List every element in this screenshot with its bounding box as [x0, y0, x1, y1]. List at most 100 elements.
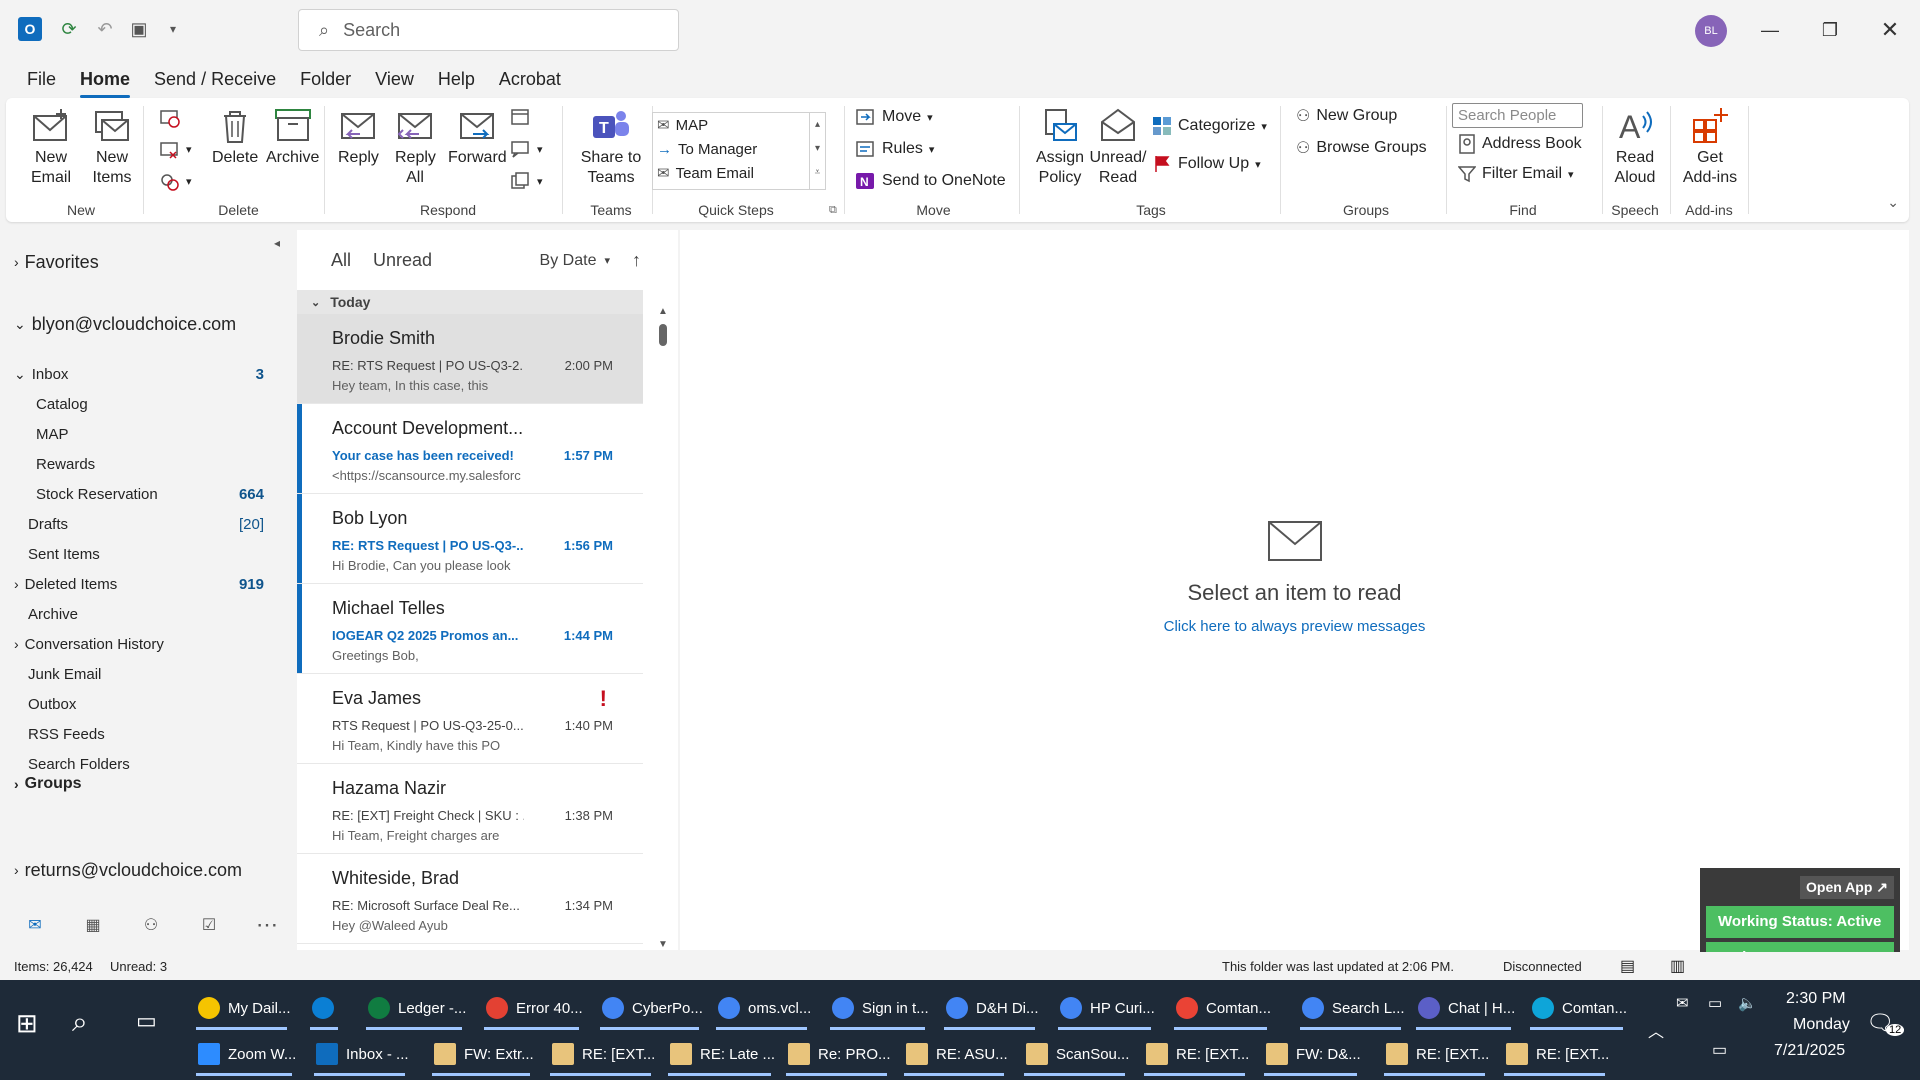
- more-respond-button[interactable]: ▾: [509, 170, 543, 192]
- folder-item[interactable]: Drafts [20]: [28, 510, 264, 538]
- taskbar-app-chrome[interactable]: Comtan...: [1526, 986, 1627, 1030]
- taskbar-window[interactable]: RE: ASU...: [900, 1032, 1008, 1076]
- tab-file[interactable]: File: [27, 62, 56, 96]
- taskbar-window[interactable]: ScanSou...: [1020, 1032, 1129, 1076]
- message-list-scrollbar[interactable]: ▲ ▼: [655, 290, 669, 950]
- folder-item[interactable]: Rewards: [36, 450, 264, 478]
- junk-button[interactable]: ▾: [158, 170, 192, 192]
- quick-steps-scroll[interactable]: ▴ ▾ ⩡: [809, 113, 825, 189]
- folder-item[interactable]: › Conversation History: [14, 630, 264, 658]
- assign-policy-button[interactable]: Assign Policy: [1030, 106, 1090, 188]
- taskbar-window[interactable]: FW: D&...: [1260, 1032, 1361, 1076]
- message-item[interactable]: Bob Lyon RE: RTS Request | PO US-Q3-... Hi…: [297, 494, 643, 584]
- taskbar-app-chrome[interactable]: oms.vcl...: [712, 986, 811, 1030]
- restore-button[interactable]: ❐: [1815, 16, 1845, 44]
- tab-home[interactable]: Home: [80, 62, 131, 98]
- mail-nav-icon[interactable]: ✉: [6, 905, 64, 945]
- move-button[interactable]: Move ▾: [854, 106, 933, 128]
- message-item[interactable]: Brodie Smith RE: RTS Request | PO US-Q3-2…: [297, 314, 643, 404]
- open-app-button[interactable]: Open App ↗: [1800, 876, 1894, 899]
- new-items-button[interactable]: New Items: [82, 106, 142, 188]
- taskbar-window[interactable]: FW: Extr...: [428, 1032, 534, 1076]
- follow-up-button[interactable]: Follow Up ▾: [1152, 154, 1261, 174]
- rules-button[interactable]: Rules ▾: [854, 138, 934, 160]
- more-apps-icon[interactable]: ⋯: [238, 905, 296, 945]
- share-to-teams-button[interactable]: T Share to Teams: [575, 106, 647, 188]
- new-email-button[interactable]: New Email: [26, 106, 76, 188]
- reply-all-button[interactable]: Reply All: [395, 106, 436, 188]
- volume-icon[interactable]: 🔈: [1738, 994, 1757, 1012]
- folder-item[interactable]: ⌄ Inbox 3: [14, 360, 264, 388]
- customize-toolbar-icon[interactable]: ▾: [160, 16, 186, 42]
- outlook-tray-icon[interactable]: ✉: [1676, 994, 1689, 1012]
- message-item[interactable]: Eva James RTS Request | PO US-Q3-25-0... H…: [297, 674, 643, 764]
- tab-send-receive[interactable]: Send / Receive: [154, 62, 276, 96]
- message-item[interactable]: Michael Telles IOGEAR Q2 2025 Promos an..…: [297, 584, 643, 674]
- filter-all-tab[interactable]: All: [331, 250, 351, 271]
- folder-item[interactable]: Junk Email: [28, 660, 264, 688]
- reading-view-icon[interactable]: ▥: [1670, 956, 1685, 976]
- scroll-down-icon[interactable]: ▼: [658, 939, 668, 950]
- folder-item[interactable]: › Deleted Items 919: [14, 570, 264, 598]
- collapse-pane-icon[interactable]: ◂: [274, 236, 280, 250]
- quick-step-map[interactable]: ✉ MAP: [653, 113, 825, 137]
- taskbar-app-file-explorer[interactable]: My Dail...: [192, 986, 291, 1030]
- ignore-button[interactable]: [158, 106, 180, 128]
- folder-item[interactable]: MAP: [36, 420, 264, 448]
- network-icon[interactable]: ▭: [1712, 1040, 1727, 1060]
- message-item[interactable]: Account Development... Your case has been…: [297, 404, 643, 494]
- always-preview-link[interactable]: Click here to always preview messages: [680, 618, 1909, 635]
- message-item[interactable]: Hazama Nazir RE: [EXT] Freight Check | SK…: [297, 764, 643, 854]
- taskbar-app-excel[interactable]: Ledger -...: [362, 986, 466, 1030]
- get-addins-button[interactable]: Get Add-ins: [1680, 106, 1740, 188]
- taskbar-app-chrome[interactable]: Sign in t...: [826, 986, 929, 1030]
- taskbar-window[interactable]: RE: [EXT...: [1140, 1032, 1249, 1076]
- account-returns-header[interactable]: › returns@vcloudchoice.com: [14, 856, 294, 884]
- taskbar-window[interactable]: RE: [EXT...: [546, 1032, 655, 1076]
- meeting-reply-button[interactable]: [509, 106, 531, 128]
- taskbar-window[interactable]: RE: [EXT...: [1380, 1032, 1489, 1076]
- tab-help[interactable]: Help: [438, 62, 475, 96]
- taskbar-app-teams[interactable]: Chat | H...: [1412, 986, 1515, 1030]
- delete-button[interactable]: Delete: [212, 106, 258, 168]
- scroll-thumb[interactable]: [659, 324, 667, 346]
- groups-header[interactable]: › Groups: [14, 770, 274, 798]
- minimize-button[interactable]: —: [1755, 16, 1785, 44]
- account-header[interactable]: ⌄ blyon@vcloudchoice.com: [14, 310, 294, 338]
- quick-step-team-email[interactable]: ✉ Team Email: [653, 161, 825, 185]
- tab-view[interactable]: View: [375, 62, 414, 96]
- close-button[interactable]: ✕: [1875, 16, 1905, 44]
- taskbar-app-chrome[interactable]: CyberPo...: [596, 986, 703, 1030]
- archive-button[interactable]: Archive: [266, 106, 319, 168]
- quick-steps-launcher-icon[interactable]: ⧉: [829, 204, 837, 217]
- folder-item[interactable]: Stock Reservation 664: [36, 480, 264, 508]
- browse-groups-button[interactable]: ⚇ Browse Groups: [1296, 138, 1427, 158]
- quick-step-to-manager[interactable]: → To Manager: [653, 137, 825, 161]
- taskbar-app-chrome[interactable]: HP Curi...: [1054, 986, 1155, 1030]
- sync-icon[interactable]: ⟳: [56, 16, 82, 42]
- folder-item[interactable]: RSS Feeds: [28, 720, 264, 748]
- send-to-onenote-button[interactable]: N Send to OneNote: [854, 170, 1006, 192]
- folder-item[interactable]: Sent Items: [28, 540, 264, 568]
- taskbar-window[interactable]: Zoom W...: [192, 1032, 296, 1076]
- tab-folder[interactable]: Folder: [300, 62, 351, 96]
- clock-time[interactable]: 2:30 PM: [1786, 990, 1846, 1008]
- categorize-button[interactable]: Categorize ▾: [1152, 116, 1267, 136]
- tab-acrobat[interactable]: Acrobat: [499, 62, 561, 96]
- taskbar-window[interactable]: RE: [EXT...: [1500, 1032, 1609, 1076]
- read-aloud-button[interactable]: A Read Aloud: [1610, 106, 1660, 188]
- forward-button[interactable]: Forward: [448, 106, 507, 168]
- folder-item[interactable]: Archive: [28, 600, 264, 628]
- windows-start-icon[interactable]: ⊞: [16, 1008, 38, 1039]
- undo-icon[interactable]: ↶: [92, 16, 118, 42]
- taskbar-search-icon[interactable]: ⌕: [72, 1006, 88, 1039]
- search-box[interactable]: ⌕ Search: [298, 9, 679, 51]
- task-view-icon[interactable]: ▭: [136, 1008, 157, 1034]
- search-people-input[interactable]: Search People: [1452, 103, 1583, 128]
- folder-item[interactable]: Outbox: [28, 690, 264, 718]
- address-book-button[interactable]: Address Book: [1458, 134, 1582, 154]
- cleanup-button[interactable]: ▾: [158, 138, 192, 160]
- im-reply-button[interactable]: ▾: [509, 138, 543, 160]
- taskbar-window[interactable]: Inbox - ...: [310, 1032, 409, 1076]
- taskbar-app-chrome[interactable]: Search L...: [1296, 986, 1405, 1030]
